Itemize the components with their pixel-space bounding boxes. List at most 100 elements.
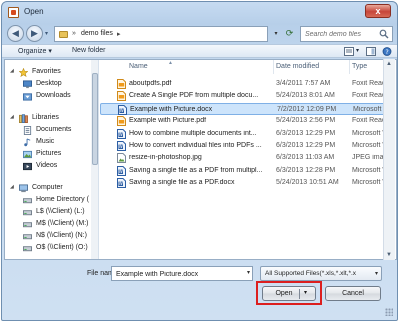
- sidebar-item-label: Favorites: [32, 68, 61, 75]
- file-name-input[interactable]: [116, 269, 238, 279]
- column-header-name[interactable]: Name: [129, 63, 148, 70]
- cancel-button[interactable]: Cancel: [325, 286, 381, 301]
- word-icon: W: [117, 178, 126, 189]
- file-date: 3/4/2011 7:57 AM: [276, 80, 331, 87]
- sidebar-item-label: Downloads: [36, 92, 71, 99]
- file-list-scrollbar[interactable]: ▲ ▼: [383, 59, 395, 260]
- drive-icon: [23, 208, 32, 217]
- file-date: 5/24/2013 10:51 AM: [276, 179, 339, 187]
- file-row[interactable]: W Saving a single file as a PDF.docx 5/24/…: [100, 177, 390, 189]
- split-divider: [299, 289, 300, 299]
- command-toolbar: Organize ▾ New folder ▾ ?: [2, 44, 397, 58]
- sidebar-item-label: Documents: [36, 126, 72, 133]
- file-date: 6/3/2013 12:29 PM: [276, 129, 336, 137]
- back-button[interactable]: ◀: [7, 25, 24, 42]
- breadcrumb-demo-files[interactable]: demo files: [81, 30, 113, 37]
- svg-text:W: W: [120, 108, 124, 113]
- file-name: Example with Picture.pdf: [129, 117, 207, 125]
- svg-text:W: W: [119, 144, 123, 149]
- pdf-icon: [117, 91, 126, 102]
- file-row[interactable]: aboutpdfs.pdf 3/4/2011 7:57 AM Foxit Reade…: [100, 78, 392, 90]
- file-row[interactable]: W How to combine multiple documents int..…: [100, 128, 390, 140]
- documents-icon: [23, 126, 32, 135]
- address-row: ◀ ▶ ▾ » demo files ▸ ▾ ⟳: [2, 24, 397, 44]
- svg-text:W: W: [119, 181, 123, 186]
- sidebar-item-label: Music: [36, 138, 55, 145]
- resize-grip[interactable]: [385, 308, 393, 316]
- drive-icon: [23, 244, 32, 253]
- scroll-up-icon[interactable]: ▲: [386, 61, 392, 67]
- word-icon: W: [117, 128, 126, 139]
- sidebar-item-label: N$ (\\Client) (N:): [36, 232, 87, 239]
- file-list-pane: Name ▲ Date modified Type aboutpdfs.pdf 3…: [100, 60, 396, 259]
- scroll-down-icon[interactable]: ▼: [386, 252, 392, 258]
- open-dialog: Open x ◀ ▶ ▾ » demo files ▸ ▾ ⟳ Organize…: [1, 1, 398, 321]
- column-header-date[interactable]: Date modified: [276, 63, 319, 70]
- pdf-icon: [117, 116, 126, 127]
- forward-button[interactable]: ▶: [26, 25, 43, 42]
- help-icon[interactable]: ?: [382, 47, 392, 56]
- image-icon: [117, 153, 126, 164]
- file-row[interactable]: W Saving a single file as a PDF from mult…: [100, 165, 390, 177]
- view-options-icon[interactable]: [344, 47, 354, 56]
- view-dropdown-icon[interactable]: ▾: [356, 47, 359, 54]
- file-name-combobox[interactable]: ▾: [111, 266, 253, 281]
- file-name: aboutpdfs.pdf: [129, 80, 172, 87]
- address-bar[interactable]: » demo files ▸: [54, 26, 268, 42]
- file-row[interactable]: W Example with Picture.docx 7/2/2012 12:09…: [100, 102, 390, 115]
- search-box[interactable]: [300, 26, 393, 42]
- file-row[interactable]: Create A Single PDF from multiple docu..…: [100, 90, 392, 102]
- file-row[interactable]: resize-in-photoshop.jpg 6/3/2013 11:03 AM…: [100, 152, 391, 164]
- music-icon: [23, 138, 32, 147]
- file-date: 5/24/2013 2:56 PM: [276, 117, 336, 125]
- file-type-filter[interactable]: All Supported Files(*.xls,*.xlt,*.x ▾: [260, 266, 382, 281]
- svg-text:?: ?: [385, 49, 388, 56]
- desktop-icon: [23, 80, 32, 89]
- folder-icon: [59, 31, 68, 38]
- expand-arrow-icon[interactable]: ◢: [10, 114, 14, 120]
- file-row[interactable]: Example with Picture.pdf 5/24/2013 2:56 P…: [100, 115, 392, 127]
- close-button[interactable]: x: [365, 4, 391, 18]
- file-date: 6/3/2013 12:29 PM: [276, 142, 336, 149]
- organize-menu[interactable]: Organize ▾: [18, 47, 52, 55]
- search-input[interactable]: [305, 29, 379, 40]
- file-name: Saving a single file as a PDF.docx: [129, 179, 235, 187]
- word-icon: W: [118, 104, 127, 115]
- file-row[interactable]: W How to convert individual files into PD…: [100, 140, 390, 152]
- file-type-dropdown-icon[interactable]: ▾: [375, 270, 378, 277]
- address-dropdown-icon[interactable]: ▾: [270, 26, 282, 42]
- breadcrumb-separator: »: [72, 30, 76, 37]
- open-button[interactable]: Open ▾: [262, 286, 316, 301]
- drive-icon: [23, 196, 32, 205]
- title-bar: Open x: [2, 2, 397, 24]
- expand-arrow-icon[interactable]: ◢: [10, 184, 14, 190]
- column-header-type[interactable]: Type: [352, 63, 367, 70]
- navigation-scroll-thumb[interactable]: [92, 73, 98, 165]
- app-icon: [8, 7, 19, 18]
- column-divider[interactable]: [349, 60, 350, 74]
- open-dropdown-icon[interactable]: ▾: [304, 287, 307, 300]
- sort-caret-icon: ▲: [168, 60, 173, 66]
- pdf-icon: [117, 79, 126, 89]
- column-divider[interactable]: [273, 60, 274, 74]
- sidebar-item-label: Desktop: [36, 80, 62, 87]
- navigation-scrollbar[interactable]: [91, 60, 98, 259]
- pictures-icon: [23, 150, 32, 159]
- computer-icon: [19, 184, 28, 193]
- breadcrumb-arrow-icon[interactable]: ▸: [117, 30, 121, 38]
- file-name: How to convert individual files into PDF…: [129, 142, 262, 149]
- drive-icon: [23, 220, 32, 229]
- file-name-dropdown-icon[interactable]: ▾: [247, 269, 250, 276]
- recent-locations-dropdown-icon[interactable]: ▾: [45, 30, 48, 37]
- preview-pane-icon[interactable]: [366, 47, 376, 56]
- drive-icon: [23, 232, 32, 241]
- file-name: Example with Picture.docx: [130, 105, 213, 113]
- sidebar-item-label: Videos: [36, 162, 58, 169]
- word-icon: W: [117, 141, 126, 151]
- new-folder-button[interactable]: New folder: [72, 47, 105, 54]
- star-icon: [18, 67, 29, 77]
- refresh-icon[interactable]: ⟳: [282, 26, 297, 42]
- expand-arrow-icon[interactable]: ◢: [10, 68, 14, 74]
- sidebar-item-label: L$ (\\Client) (L:): [36, 208, 85, 215]
- search-icon[interactable]: [379, 29, 389, 39]
